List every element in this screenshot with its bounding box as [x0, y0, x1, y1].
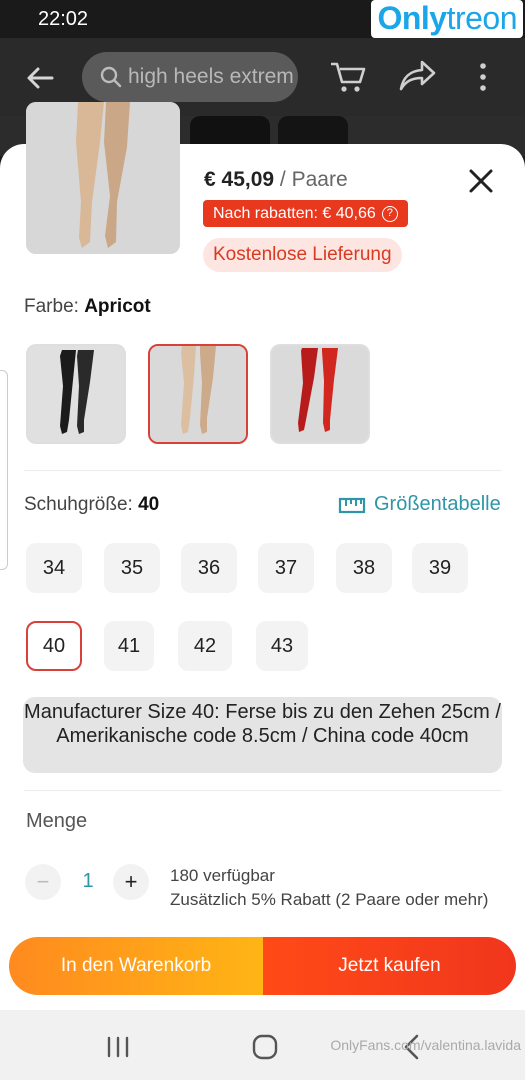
selected-color: Apricot	[84, 296, 151, 317]
more-options-icon[interactable]	[478, 62, 488, 92]
color-label: Farbe: Apricot	[24, 296, 151, 317]
search-icon	[100, 66, 122, 88]
quantity-increment-button[interactable]: +	[113, 864, 149, 900]
cart-icon[interactable]	[328, 56, 368, 96]
search-bar[interactable]: high heels extrem	[82, 52, 298, 102]
bulk-discount-note: Zusätzlich 5% Rabatt (2 Paare oder mehr)	[170, 890, 489, 909]
share-icon[interactable]	[398, 58, 438, 94]
product-price: € 45,09 / Paare	[204, 168, 348, 191]
home-icon[interactable]	[252, 1034, 278, 1060]
divider	[24, 790, 502, 791]
purchase-actions: In den Warenkorb Jetzt kaufen	[9, 937, 516, 995]
size-option-42[interactable]: 42	[178, 621, 232, 671]
quantity-value[interactable]: 1	[80, 870, 96, 893]
status-bar: 22:02 Onlytreon	[0, 0, 525, 38]
color-swatch-apricot[interactable]	[148, 344, 248, 444]
size-option-40[interactable]: 40	[26, 621, 82, 671]
size-option-43[interactable]: 43	[256, 621, 308, 671]
color-swatch-black[interactable]	[26, 344, 126, 444]
size-option-39[interactable]: 39	[412, 543, 468, 593]
size-option-35[interactable]: 35	[104, 543, 160, 593]
product-thumbnail	[26, 102, 180, 254]
selected-size: 40	[138, 494, 160, 515]
back-arrow-icon[interactable]	[22, 60, 58, 96]
color-swatches	[26, 344, 370, 444]
side-handle	[0, 370, 8, 570]
size-chart-link[interactable]: Größentabelle	[338, 493, 501, 516]
size-info-note: Manufacturer Size 40: Ferse bis zu den Z…	[23, 697, 502, 773]
close-icon[interactable]	[466, 166, 496, 196]
info-icon: ?	[381, 205, 398, 222]
quantity-label: Menge	[26, 810, 88, 832]
stock-info: 180 verfügbar Zusätzlich 5% Rabatt (2 Pa…	[170, 864, 488, 912]
brand-logo: Onlytreon	[371, 0, 523, 38]
size-option-34[interactable]: 34	[26, 543, 82, 593]
buy-now-button[interactable]: Jetzt kaufen	[263, 937, 516, 995]
size-option-37[interactable]: 37	[258, 543, 314, 593]
add-to-cart-button[interactable]: In den Warenkorb	[9, 937, 263, 995]
quantity-decrement-button[interactable]: −	[25, 864, 61, 900]
stock-available: 180 verfügbar	[170, 866, 275, 885]
free-shipping-badge: Kostenlose Lieferung	[203, 238, 402, 272]
size-label: Schuhgröße: 40	[24, 494, 160, 515]
size-option-41[interactable]: 41	[104, 621, 154, 671]
size-option-38[interactable]: 38	[336, 543, 392, 593]
status-time: 22:02	[38, 8, 89, 30]
size-option-36[interactable]: 36	[181, 543, 237, 593]
divider	[24, 470, 502, 471]
discount-badge[interactable]: Nach rabatten: € 40,66 ?	[203, 200, 408, 227]
color-swatch-red[interactable]	[270, 344, 370, 444]
ruler-icon	[338, 497, 366, 513]
search-query: high heels extrem	[128, 65, 294, 88]
recent-apps-icon[interactable]	[106, 1036, 130, 1058]
watermark-text: OnlyFans.com/valentina.lavida	[330, 1037, 521, 1053]
